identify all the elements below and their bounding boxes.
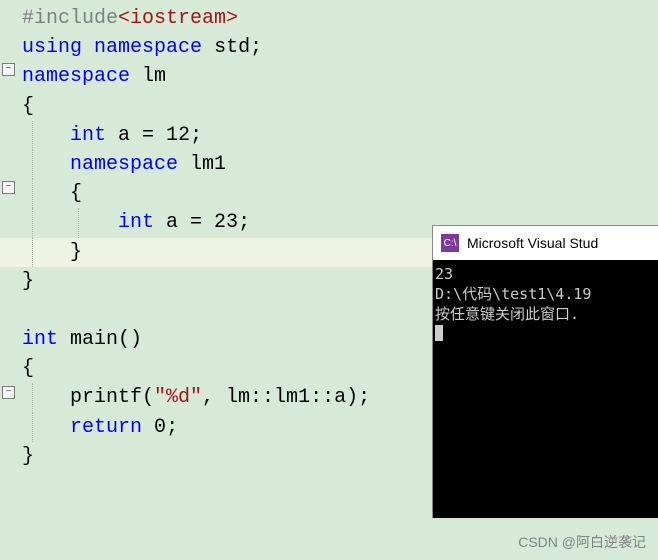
console-window[interactable]: C:\ Microsoft Visual Stud 23 D:\代码\test1…: [432, 225, 658, 518]
console-line: 按任意键关闭此窗口.: [435, 305, 579, 323]
number: 23: [214, 211, 238, 234]
code-line[interactable]: {: [0, 179, 658, 208]
code-line[interactable]: #include<iostream>: [0, 4, 658, 33]
number: 0: [154, 416, 166, 439]
code-line[interactable]: namespace lm: [0, 62, 658, 91]
watermark: CSDN @阿白逆袭记: [518, 532, 646, 552]
keyword: int: [22, 328, 58, 351]
code-line[interactable]: {: [0, 92, 658, 121]
keyword: namespace: [70, 153, 178, 176]
console-title-text: Microsoft Visual Stud: [467, 235, 598, 251]
console-cursor: [435, 325, 443, 341]
code-line[interactable]: using namespace std;: [0, 33, 658, 62]
number: 12: [166, 124, 190, 147]
preproc-token: #include: [22, 7, 118, 30]
keyword: namespace: [94, 36, 202, 59]
string-literal: "%d": [154, 386, 202, 409]
keyword: int: [118, 211, 154, 234]
code-line[interactable]: namespace lm1: [0, 150, 658, 179]
console-app-icon: C:\: [441, 234, 459, 252]
keyword: using: [22, 36, 82, 59]
console-output[interactable]: 23 D:\代码\test1\4.19 按任意键关闭此窗口.: [433, 260, 658, 518]
keyword: return: [70, 416, 142, 439]
keyword: namespace: [22, 65, 130, 88]
code-line[interactable]: int a = 12;: [0, 121, 658, 150]
include-path: <iostream>: [118, 7, 238, 30]
console-titlebar[interactable]: C:\ Microsoft Visual Stud: [433, 226, 658, 260]
console-line: 23: [435, 265, 453, 283]
console-line: D:\代码\test1\4.19: [435, 285, 591, 303]
keyword: int: [70, 124, 106, 147]
